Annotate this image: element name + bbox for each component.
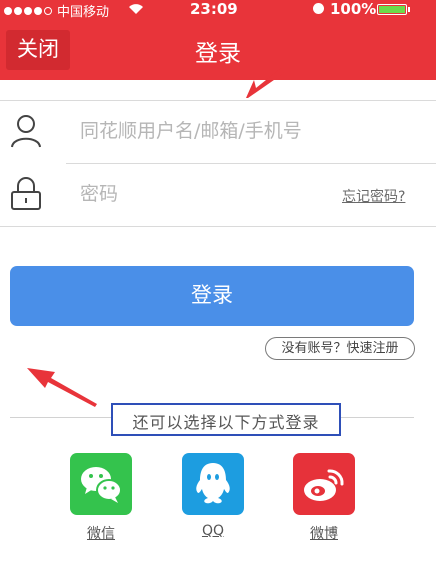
wechat-icon[interactable]: [70, 453, 132, 515]
battery-percentage: 100%: [330, 0, 377, 18]
annotation-arrow-icon: [27, 368, 97, 407]
form-top-divider: [0, 100, 436, 101]
qq-login-option[interactable]: QQ: [182, 453, 244, 539]
forgot-password-link[interactable]: 忘记密码?: [342, 186, 405, 206]
alt-login-heading-box: 还可以选择以下方式登录: [111, 403, 341, 436]
qq-label[interactable]: QQ: [182, 523, 244, 539]
battery-icon: [377, 4, 407, 15]
alt-login-divider-right: [341, 417, 414, 418]
page-title: 登录: [195, 41, 241, 67]
status-time: 23:09: [190, 0, 238, 18]
username-divider: [66, 163, 436, 164]
username-input[interactable]: [80, 117, 420, 145]
nav-bar: 关闭 登录: [0, 18, 436, 80]
alt-login-divider-left: [10, 417, 111, 418]
qq-icon[interactable]: [182, 453, 244, 515]
battery-tip: [408, 7, 410, 12]
annotation-arrow-icon: [246, 68, 284, 98]
weibo-icon[interactable]: [293, 453, 355, 515]
user-icon: [11, 115, 41, 148]
status-bar: 中国移动 23:09 100%: [0, 0, 436, 20]
weibo-label[interactable]: 微博: [293, 523, 355, 543]
weibo-login-option[interactable]: 微博: [293, 453, 355, 543]
wechat-login-option[interactable]: 微信: [70, 453, 132, 543]
login-button[interactable]: 登录: [10, 266, 414, 326]
signal-strength-icon: [4, 4, 54, 15]
password-input[interactable]: [80, 180, 320, 208]
wechat-label[interactable]: 微信: [70, 523, 132, 543]
lock-icon: [11, 177, 41, 210]
form-bottom-divider: [0, 226, 436, 227]
alarm-clock-icon: [313, 3, 324, 14]
wifi-icon: [128, 2, 144, 19]
register-link[interactable]: 没有账号？快速注册: [265, 337, 415, 360]
alt-login-heading: 还可以选择以下方式登录: [132, 413, 320, 432]
